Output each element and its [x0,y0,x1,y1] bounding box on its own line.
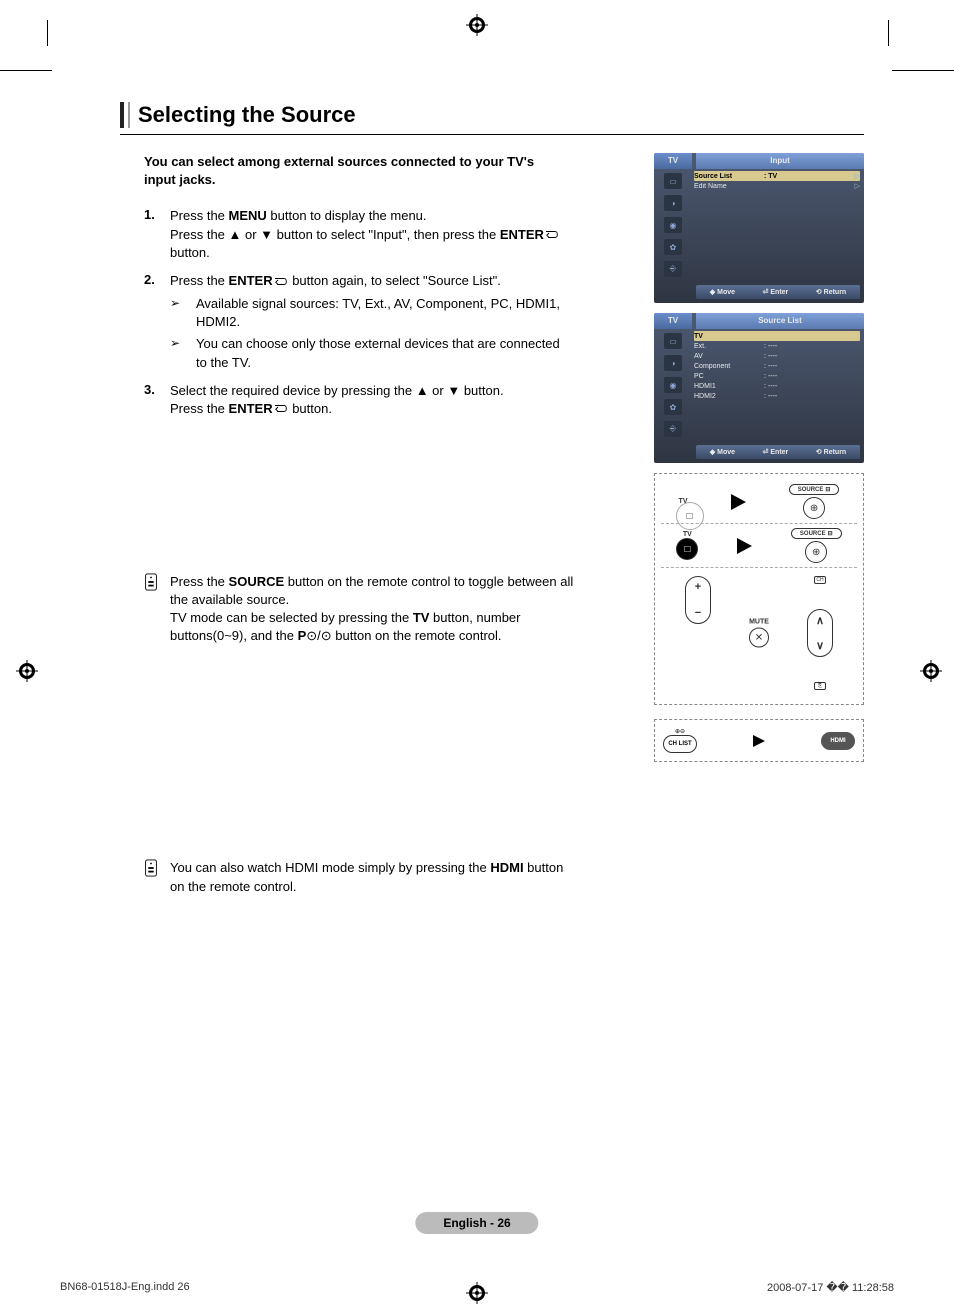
remote-diagram-2: ⊕⊖ CH LIST HDMI [654,719,864,762]
osd-title: Input [696,153,864,169]
osd-hint-bar: ◆Move ⏎Enter ⟲Return [696,285,860,299]
channel-rocker-icon: ∧∨ [807,609,833,657]
osd-row: Ext.: ---- [694,341,860,351]
hdmi-button-icon: HDMI [821,732,855,750]
intro-text: You can select among external sources co… [144,153,564,189]
step-number: 3. [144,382,170,419]
osd-source-list-menu: TV Source List ▭ ◑ ◉ ✿ ⎆ TV Ext.: ---- A… [654,313,864,463]
p-up-icon: ⊙ [306,628,317,643]
footer-timestamp: 2008-07-17 �� 11:28:58 [767,1281,894,1294]
page-number: English - 26 [415,1212,538,1234]
osd-icon-column: ▭ ◑ ◉ ✿ ⎆ [654,329,692,441]
step-number: 2. [144,272,170,371]
setup-icon: ✿ [664,239,682,255]
osd-row: TV [694,331,860,341]
arrow-right-icon [731,494,746,510]
tv-button-dark-icon: □ [676,538,698,560]
picture-icon: ▭ [664,173,682,189]
step-3: 3. Select the required device by pressin… [144,382,636,419]
volume-rocker-icon: +− [685,576,711,624]
osd-row: HDMI2: ---- [694,391,860,401]
move-icon: ◆ [710,448,715,456]
osd-icon-column: ▭ ◑ ◉ ✿ ⎆ [654,169,692,281]
arrow-right-icon [737,538,752,554]
enter-icon [273,400,289,418]
remote-note-icon [144,573,170,646]
osd-row: HDMI1: ---- [694,381,860,391]
enter-hint-icon: ⏎ [763,288,769,296]
step-2: 2. Press the ENTER button again, to sele… [144,272,636,371]
enter-icon [544,226,560,244]
ch-label-icon: CH [814,576,826,584]
sub-arrow-icon: ➢ [170,335,196,371]
osd-row: Component: ---- [694,361,860,371]
remote-note-icon [144,859,170,895]
step-number: 1. [144,207,170,262]
osd-hint-bar: ◆Move ⏎Enter ⟲Return [696,445,860,459]
section-heading: Selecting the Source [120,100,864,135]
source-button-icon: SOURCE ⊟ [789,484,840,495]
osd-tv-label: TV [654,153,692,169]
mute-button-icon: ✕ [749,628,769,648]
osd-input-menu: TV Input ▭ ◑ ◉ ✿ ⎆ Source List: TV▷ Edit… [654,153,864,303]
source-button-icon: SOURCE ⊟ [791,528,842,539]
channel-icon: ◉ [664,377,682,393]
footer-file: BN68-01518J-Eng.indd 26 [60,1281,190,1294]
picture-icon: ▭ [664,333,682,349]
return-icon: ⟲ [816,288,822,296]
move-icon: ◆ [710,288,715,296]
source-circle-icon: ⊕ [805,541,827,563]
registration-mark-icon [16,660,38,682]
source-circle-icon: ⊕ [803,497,825,519]
step-1: 1. Press the MENU button to display the … [144,207,636,262]
channel-icon: ◉ [664,217,682,233]
input-icon: ⎆ [664,261,682,277]
registration-mark-icon [920,660,942,682]
sound-icon: ◑ [664,195,682,211]
input-icon: ⎆ [664,421,682,437]
osd-row-source-list: Source List: TV▷ [694,171,860,181]
sub-arrow-icon: ➢ [170,295,196,331]
setup-icon: ✿ [664,399,682,415]
arrow-right-icon [753,735,765,747]
tv-button-icon: □ [676,502,704,530]
p-down-icon: ⊙ [321,628,332,643]
sound-icon: ◑ [664,355,682,371]
chlist-button-icon: CH LIST [663,735,697,753]
heading-text: Selecting the Source [138,102,864,128]
remote-diagram-1: TV □ SOURCE ⊟ ⊕ TV □ S [654,473,864,705]
registration-mark-icon [466,14,488,36]
remote-volume-channel: +− MUTE ✕ CH ∧∨ ⎘ [661,568,857,698]
osd-tv-label: TV [654,313,692,329]
note-block-1: Press the SOURCE button on the remote co… [144,573,574,646]
osd-title: Source List [696,313,864,329]
note-block-2: You can also watch HDMI mode simply by p… [144,859,574,895]
return-icon: ⟲ [816,448,822,456]
osd-row-edit-name: Edit Name▷ [694,181,860,191]
osd-row: PC: ---- [694,371,860,381]
pre-ch-icon: ⎘ [814,682,826,690]
enter-hint-icon: ⏎ [763,448,769,456]
osd-row: AV: ---- [694,351,860,361]
enter-icon [273,273,289,291]
